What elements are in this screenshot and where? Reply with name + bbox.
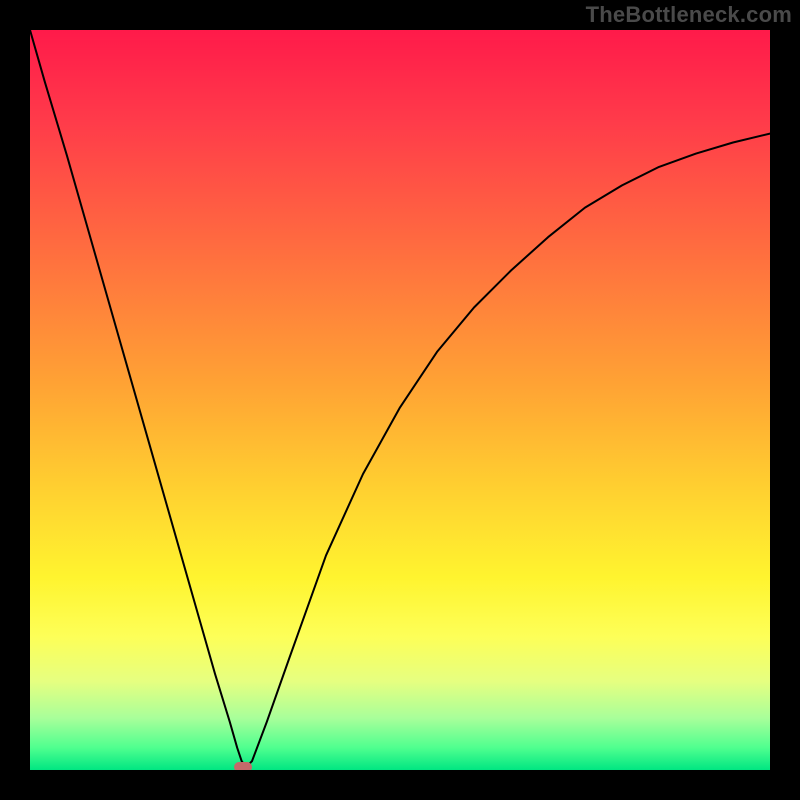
minimum-marker	[234, 762, 252, 770]
chart-frame: TheBottleneck.com	[0, 0, 800, 800]
watermark-text: TheBottleneck.com	[586, 2, 792, 28]
plot-area	[30, 30, 770, 770]
curve-line	[30, 30, 770, 770]
